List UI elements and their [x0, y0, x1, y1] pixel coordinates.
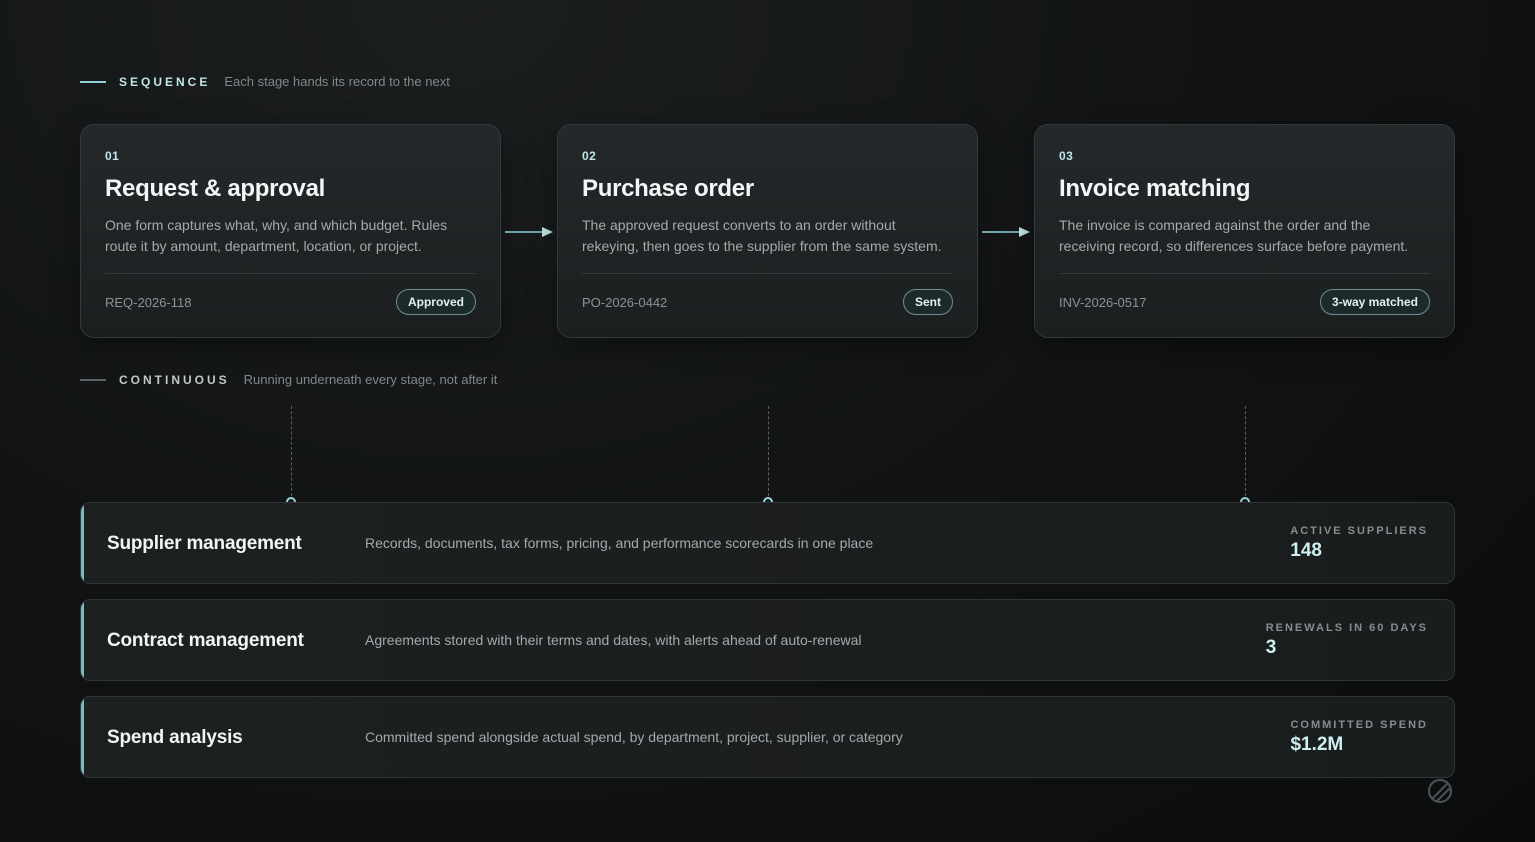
stage-title: Request & approval — [105, 175, 325, 202]
row-accent-bar — [81, 503, 84, 583]
status-badge: Approved — [395, 289, 476, 315]
stage-footer: PO-2026-0442 Sent — [582, 289, 953, 315]
capability-row-spend-analysis[interactable]: Spend analysis Committed spend alongside… — [80, 696, 1455, 778]
capability-description: Records, documents, tax forms, pricing, … — [365, 535, 874, 551]
stage-title: Purchase order — [582, 175, 754, 202]
stage-divider — [582, 273, 953, 274]
stage-description: One form captures what, why, and which b… — [105, 217, 448, 254]
stage-card-invoice-matching[interactable]: 03 Invoice matching The invoice is compa… — [1034, 124, 1455, 338]
metric-label: ACTIVE SUPPLIERS — [1290, 525, 1428, 537]
stage-title: Invoice matching — [1059, 175, 1251, 202]
row-accent-bar — [81, 600, 84, 680]
stage-number: 02 — [582, 149, 597, 163]
capability-title: Supplier management — [107, 533, 302, 554]
metric-value: 3 — [1265, 637, 1277, 658]
sequence-rule — [80, 80, 106, 83]
capability-title: Contract management — [107, 630, 304, 651]
capability-metric: RENEWALS IN 60 DAYS 3 — [1266, 622, 1428, 659]
continuous-section-header: CONTINUOUS Running underneath every stag… — [80, 372, 497, 387]
status-badge: 3-way matched — [1319, 289, 1430, 315]
connector-line — [291, 406, 292, 496]
stage-footer: REQ-2026-118 Approved — [105, 289, 476, 315]
sequence-subtitle: Each stage hands its record to the next — [224, 74, 450, 89]
connector-line — [1245, 406, 1246, 496]
capability-description: Agreements stored with their terms and d… — [365, 632, 862, 648]
stage-divider — [1059, 273, 1430, 274]
metric-label: COMMITTED SPEND — [1290, 719, 1428, 731]
capability-description: Committed spend alongside actual spend, … — [365, 729, 903, 745]
sequence-section-header: SEQUENCE Each stage hands its record to … — [80, 74, 450, 89]
metric-value: 148 — [1290, 540, 1322, 561]
capability-row-supplier-management[interactable]: Supplier management Records, documents, … — [80, 502, 1455, 584]
metric-label: RENEWALS IN 60 DAYS — [1265, 622, 1428, 634]
row-accent-bar — [81, 697, 84, 777]
arrow-right-icon — [982, 227, 1030, 237]
capability-title: Spend analysis — [107, 727, 243, 748]
stage-record-id: REQ-2026-118 — [105, 294, 192, 310]
metric-value: $1.2M — [1290, 734, 1344, 755]
page: SEQUENCE Each stage hands its record to … — [0, 0, 1535, 842]
stage-record-id: INV-2026-0517 — [1059, 294, 1147, 310]
arrow-right-icon — [505, 227, 553, 237]
stage-card-request-approval[interactable]: 01 Request & approval One form captures … — [80, 124, 501, 338]
sequence-kicker: SEQUENCE — [119, 74, 211, 89]
stage-footer: INV-2026-0517 3-way matched — [1059, 289, 1430, 315]
stage-number: 03 — [1059, 149, 1074, 163]
continuous-rule — [80, 378, 106, 381]
stage-description: The approved request converts to an orde… — [582, 217, 942, 254]
continuous-kicker: CONTINUOUS — [119, 372, 230, 387]
continuous-subtitle: Running underneath every stage, not afte… — [243, 372, 498, 387]
stage-description: The invoice is compared against the orde… — [1059, 217, 1409, 254]
capability-metric: ACTIVE SUPPLIERS 148 — [1290, 525, 1428, 562]
stage-divider — [105, 273, 476, 274]
brand-logo-icon — [1427, 778, 1453, 804]
capability-row-contract-management[interactable]: Contract management Agreements stored wi… — [80, 599, 1455, 681]
status-badge: Sent — [902, 289, 953, 315]
stage-number: 01 — [105, 149, 120, 163]
stage-record-id: PO-2026-0442 — [582, 294, 668, 310]
connector-line — [768, 406, 769, 496]
capability-metric: COMMITTED SPEND $1.2M — [1290, 719, 1428, 756]
stage-card-purchase-order[interactable]: 02 Purchase order The approved request c… — [557, 124, 978, 338]
